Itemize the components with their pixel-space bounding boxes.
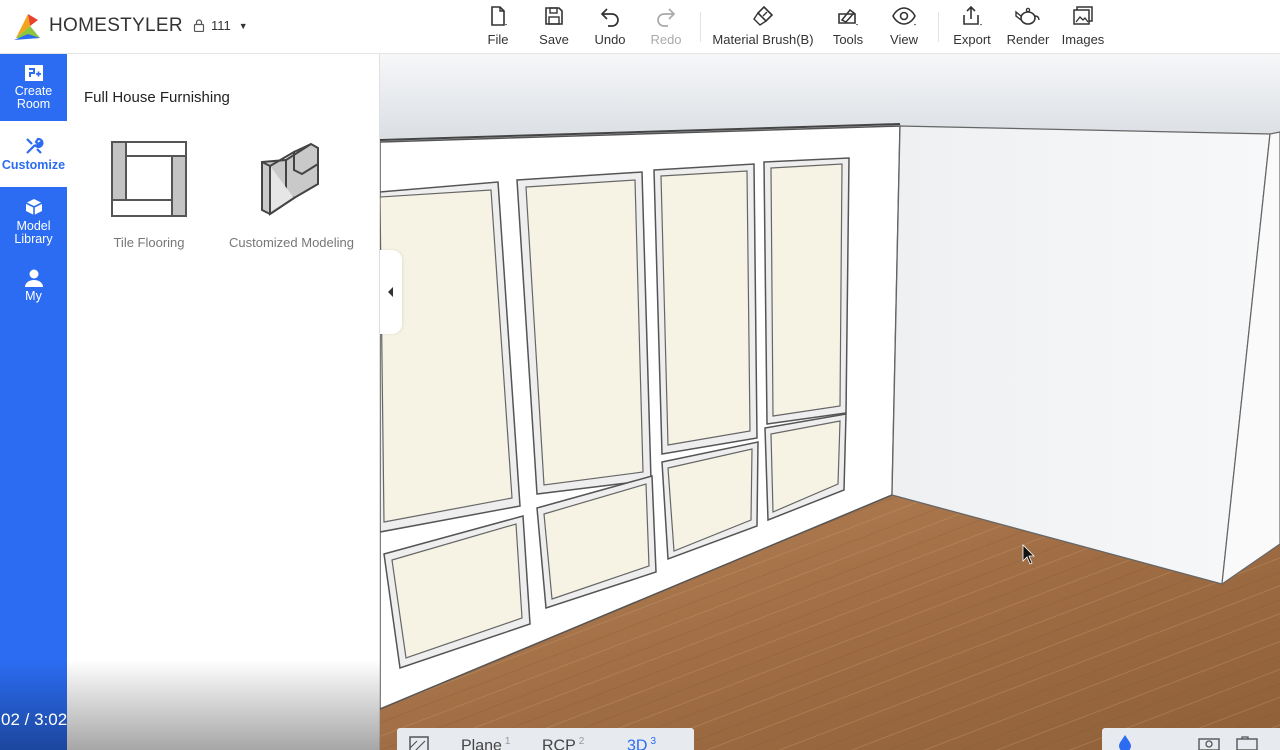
sidebar-item-label: Customize xyxy=(1,158,66,172)
3d-viewport[interactable] xyxy=(380,54,1280,750)
video-timecode: 02 / 3:02 xyxy=(1,710,68,729)
tab-3d-label: 3D xyxy=(627,737,648,750)
export-button[interactable]: Export xyxy=(950,2,994,52)
viewport-controls xyxy=(1102,728,1280,750)
wall-panel-frame[interactable] xyxy=(516,171,652,495)
chevron-left-icon xyxy=(388,287,393,297)
toolbar-divider xyxy=(700,12,701,42)
top-toolbar: HOMESTYLER 111 ▼ File Save Undo Redo Mat… xyxy=(0,0,1280,54)
export-icon xyxy=(963,5,982,26)
tab-plane[interactable]: Plane 1 xyxy=(461,736,510,750)
render-button[interactable]: Render xyxy=(1004,2,1052,52)
tools-button[interactable]: Tools xyxy=(829,2,867,52)
undo-label: Undo xyxy=(594,32,626,47)
sidebar-item-customize[interactable]: Customize xyxy=(0,121,67,187)
tile-flooring-card[interactable]: Tile Flooring xyxy=(110,140,188,250)
create-room-icon xyxy=(24,65,43,81)
view-label: View xyxy=(890,32,918,47)
images-label: Images xyxy=(1061,32,1105,47)
images-icon xyxy=(1073,6,1093,25)
save-icon xyxy=(545,7,563,25)
model-library-icon xyxy=(25,199,42,215)
sidebar-item-create-room[interactable]: Create Room xyxy=(0,64,67,120)
tab-rcp[interactable]: RCP 2 xyxy=(542,736,584,750)
chevron-down-icon: ▼ xyxy=(238,20,248,31)
project-selector[interactable]: 111 ▼ xyxy=(193,18,248,33)
teapot-icon xyxy=(1015,7,1040,25)
save-label: Save xyxy=(539,32,569,47)
customize-icon xyxy=(25,137,44,154)
brush-icon xyxy=(753,5,774,26)
panel-title: Full House Furnishing xyxy=(84,89,230,106)
tools-icon xyxy=(838,8,858,26)
water-drop-icon[interactable] xyxy=(1114,734,1136,750)
export-label: Export xyxy=(953,32,991,47)
render-label: Render xyxy=(1006,32,1050,47)
material-brush-label: Material Brush(B) xyxy=(712,32,814,47)
tab-3d-key: 3 xyxy=(650,736,657,747)
tab-rcp-label: RCP xyxy=(542,737,576,750)
sidebar-item-label: My xyxy=(25,289,42,303)
tab-3d[interactable]: 3D 3 xyxy=(627,736,656,750)
room-scene xyxy=(380,54,1280,750)
sidebar-item-label: Room xyxy=(16,97,51,111)
view-button[interactable]: View xyxy=(885,2,923,52)
customized-modeling-card[interactable]: Customized Modeling xyxy=(229,140,354,250)
collapse-panel-button[interactable] xyxy=(380,250,402,334)
tile-flooring-icon xyxy=(111,141,187,217)
user-icon xyxy=(24,269,43,287)
images-button[interactable]: Images xyxy=(1060,2,1106,52)
tab-rcp-key: 2 xyxy=(578,736,585,747)
save-button[interactable]: Save xyxy=(534,2,574,52)
lock-icon xyxy=(193,19,205,32)
tile-flooring-label: Tile Flooring xyxy=(113,235,185,250)
undo-button[interactable]: Undo xyxy=(590,2,630,52)
homestyler-logo xyxy=(14,14,40,40)
brand-name: HOMESTYLER xyxy=(49,15,183,36)
customized-modeling-label: Customized Modeling xyxy=(229,235,355,250)
view-mode-tabs: Plane 1 RCP 2 3D 3 xyxy=(397,728,694,750)
wall-panel-frame[interactable] xyxy=(763,157,850,425)
tools-label: Tools xyxy=(832,32,864,47)
toolbar-divider xyxy=(938,12,939,42)
customized-modeling-icon xyxy=(260,142,319,216)
project-name: 111 xyxy=(211,18,231,33)
tab-plane-label: Plane xyxy=(461,737,502,750)
file-icon xyxy=(491,6,507,26)
camera-icon[interactable] xyxy=(1198,736,1222,750)
wall-panel-frame[interactable] xyxy=(653,163,758,455)
customize-panel: Full House Furnishing Tile Flooring Cust… xyxy=(67,54,380,750)
sidebar-item-label: Library xyxy=(14,232,53,246)
file-label: File xyxy=(487,32,509,47)
redo-button[interactable]: Redo xyxy=(646,2,686,52)
sidebar-item-my[interactable]: My xyxy=(0,269,67,313)
floorplan-icon[interactable] xyxy=(409,736,429,750)
sidebar-item-model-library[interactable]: Model Library xyxy=(0,197,67,253)
snapshot-icon[interactable] xyxy=(1236,736,1260,750)
tab-plane-key: 1 xyxy=(504,736,511,747)
wall-panel-frame[interactable] xyxy=(380,181,521,533)
redo-label: Redo xyxy=(650,32,682,47)
material-brush-button[interactable]: Material Brush(B) xyxy=(710,2,816,52)
undo-icon xyxy=(600,8,619,27)
left-navigation: Create Room Customize Model Library My xyxy=(0,54,67,750)
file-button[interactable]: File xyxy=(480,2,516,52)
eye-icon xyxy=(892,7,916,26)
redo-icon xyxy=(657,8,676,27)
